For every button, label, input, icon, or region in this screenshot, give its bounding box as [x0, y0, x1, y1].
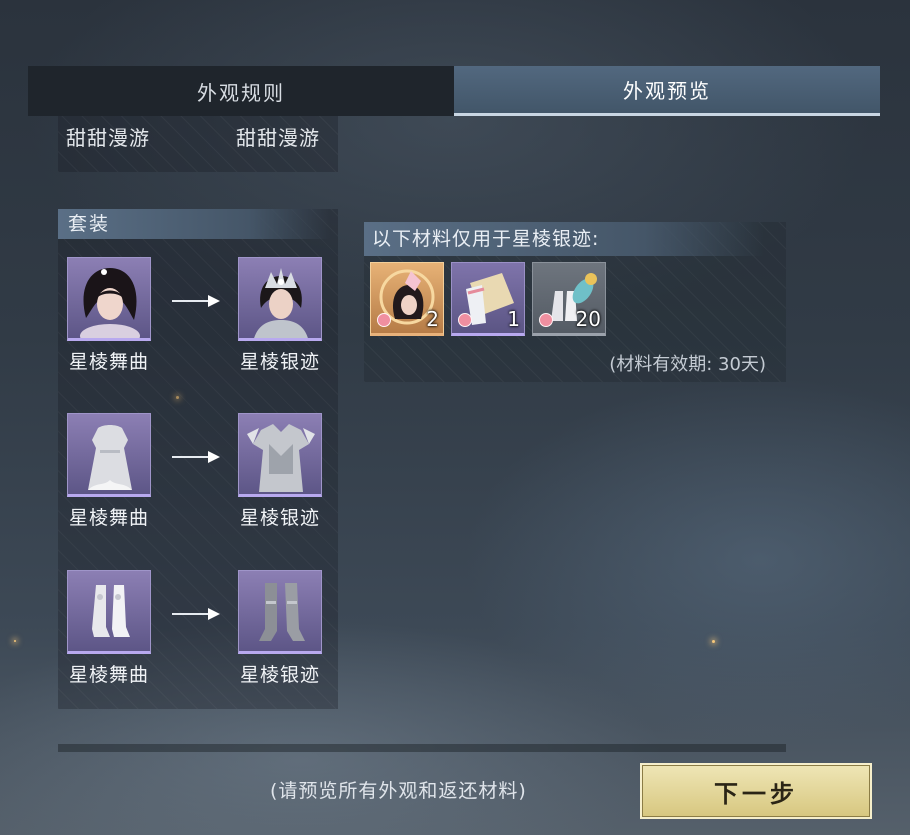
sparkle-decoration — [712, 640, 715, 643]
previous-item-label: 甜甜漫游 — [66, 126, 150, 150]
arrow-right-icon — [172, 451, 220, 463]
outfit-source-item[interactable]: 星棱舞曲 — [59, 570, 159, 687]
materials-panel: 以下材料仅用于星棱银迹: 2 1 20 (材料有效期: 30天) — [364, 222, 786, 382]
greaves-icon — [238, 570, 322, 654]
next-step-button[interactable]: 下一步 — [640, 763, 872, 819]
material-slot[interactable]: 2 — [370, 262, 444, 336]
tab-appearance-rules[interactable]: 外观规则 — [28, 66, 454, 116]
previous-item-label: 甜甜漫游 — [236, 126, 320, 150]
section-title-outfit: 套装 — [58, 209, 330, 239]
tab-appearance-preview[interactable]: 外观预览 — [454, 66, 880, 116]
outfit-conversion-panel: 套装 星棱舞曲 星棱银迹 星棱舞曲 星棱银迹 星棱舞曲 星棱银迹 — [58, 209, 338, 709]
outfit-source-label: 星棱舞曲 — [68, 351, 149, 373]
outfit-target-label: 星棱银迹 — [239, 351, 320, 373]
outfit-target-item[interactable]: 星棱银迹 — [230, 413, 330, 530]
sparkle-decoration — [14, 640, 16, 642]
outfit-target-item[interactable]: 星棱银迹 — [230, 570, 330, 687]
hair-icon — [67, 257, 151, 341]
materials-title: 以下材料仅用于星棱银迹: — [364, 222, 764, 256]
material-slot[interactable]: 20 — [532, 262, 606, 336]
crown-hair-icon — [238, 257, 322, 341]
outfit-target-item[interactable]: 星棱银迹 — [230, 257, 330, 374]
material-count: 1 — [507, 307, 520, 331]
dress-icon — [67, 413, 151, 497]
timer-icon — [539, 313, 553, 327]
arrow-right-icon — [172, 608, 220, 620]
arrow-right-icon — [172, 295, 220, 307]
material-validity-note: (材料有效期: 30天) — [609, 354, 766, 375]
tab-bar: 外观规则 外观预览 — [28, 66, 880, 116]
next-section-edge — [58, 744, 786, 752]
outfit-source-label: 星棱舞曲 — [68, 664, 149, 686]
armor-icon — [238, 413, 322, 497]
outfit-source-item[interactable]: 星棱舞曲 — [59, 413, 159, 530]
boots-icon — [67, 570, 151, 654]
outfit-target-label: 星棱银迹 — [239, 664, 320, 686]
material-slot[interactable]: 1 — [451, 262, 525, 336]
outfit-source-item[interactable]: 星棱舞曲 — [59, 257, 159, 374]
outfit-source-label: 星棱舞曲 — [68, 507, 149, 529]
material-count: 2 — [426, 307, 439, 331]
outfit-target-label: 星棱银迹 — [239, 507, 320, 529]
timer-icon — [377, 313, 391, 327]
preview-hint: (请预览所有外观和返还材料) — [270, 780, 527, 802]
previous-section-row: 甜甜漫游 甜甜漫游 — [58, 116, 338, 172]
material-count: 20 — [575, 307, 601, 331]
timer-icon — [458, 313, 472, 327]
